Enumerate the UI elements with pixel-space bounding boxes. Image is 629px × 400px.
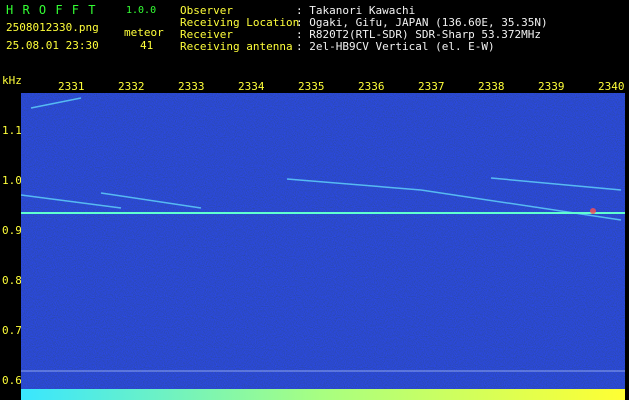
- axis-unit: kHz: [2, 74, 22, 87]
- time-tick: 2332: [118, 80, 145, 93]
- hroft-window: H R O F F T 1.0.0 2508012330.png meteor …: [0, 0, 629, 400]
- time-tick: 2340: [598, 80, 625, 93]
- app-name: H R O F F T: [6, 3, 97, 17]
- freq-tick: 1.1: [2, 124, 22, 137]
- freq-tick: 0.9: [2, 224, 22, 237]
- freq-tick: 0.8: [2, 274, 22, 287]
- freq-tick: 0.7: [2, 324, 22, 337]
- time-tick: 2334: [238, 80, 265, 93]
- freq-tick: 0.6: [2, 374, 22, 387]
- time-tick: 2333: [178, 80, 205, 93]
- time-tick: 2335: [298, 80, 325, 93]
- info-label-antenna: Receiving antenna: [180, 40, 293, 53]
- time-tick: 2338: [478, 80, 505, 93]
- spectrogram: [21, 93, 625, 400]
- noise-floor: [21, 93, 625, 400]
- time-tick: 2339: [538, 80, 565, 93]
- info-value-antenna: : 2el-HB9CV Vertical (el. E-W): [296, 40, 495, 53]
- meteor-label: meteor: [124, 26, 164, 39]
- signal-level-bars: [21, 389, 625, 400]
- time-tick: 2336: [358, 80, 385, 93]
- datetime: 25.08.01 23:30: [6, 39, 99, 52]
- file-name: 2508012330.png: [6, 21, 99, 34]
- app-version: 1.0.0: [126, 5, 157, 16]
- meteor-count: 41: [140, 39, 154, 52]
- time-tick: 2337: [418, 80, 445, 93]
- freq-tick: 1.0: [2, 174, 22, 187]
- time-tick: 2331: [58, 80, 85, 93]
- signal-hotspot: [590, 208, 596, 214]
